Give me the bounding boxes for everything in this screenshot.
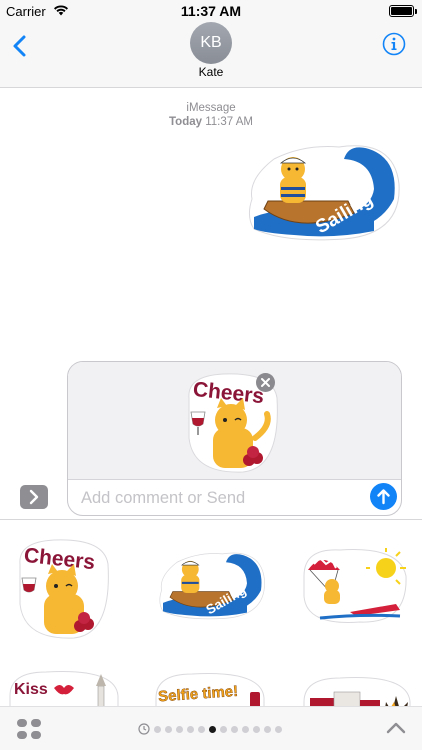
contact-name[interactable]: Kate: [0, 65, 422, 79]
chevron-up-icon[interactable]: [386, 721, 406, 735]
drawer-sticker-cheers[interactable]: Cheers: [14, 534, 114, 642]
app-grid-icon[interactable]: [16, 718, 42, 740]
page-dot[interactable]: [198, 725, 205, 733]
drawer-sticker-parasailing[interactable]: [300, 546, 410, 626]
page-indicator[interactable]: [138, 723, 282, 735]
send-button[interactable]: [370, 483, 397, 510]
battery-level: [391, 7, 412, 15]
page-dot[interactable]: [154, 725, 161, 733]
drawer-sticker-kiss[interactable]: Kiss: [6, 666, 124, 707]
recents-clock-icon[interactable]: [138, 723, 150, 735]
expand-apps-button[interactable]: [20, 485, 48, 509]
page-dot[interactable]: [275, 725, 282, 733]
page-dot[interactable]: [187, 725, 194, 733]
info-icon[interactable]: [382, 32, 406, 56]
contact-avatar[interactable]: KB: [190, 22, 232, 64]
time-label: 11:37 AM: [205, 116, 253, 128]
sent-sailing-sticker[interactable]: Sailing: [244, 139, 404, 244]
clock: 11:37 AM: [180, 3, 242, 19]
back-chevron-icon[interactable]: [10, 34, 30, 58]
page-dot[interactable]: [165, 725, 172, 733]
message-input[interactable]: [81, 488, 361, 508]
compose-box: Cheers: [67, 361, 402, 516]
drawer-sticker-village[interactable]: [300, 672, 412, 707]
attachment-preview: Cheers: [68, 362, 401, 480]
service-label: iMessage: [186, 102, 236, 114]
remove-attachment-button[interactable]: [256, 373, 275, 392]
page-dot[interactable]: [176, 725, 183, 733]
drawer-sticker-selfie[interactable]: Selfie time!: [152, 668, 270, 707]
status-bar: Carrier 11:37 AM: [0, 0, 422, 22]
page-dot[interactable]: [253, 725, 260, 733]
day-label: Today: [169, 116, 203, 128]
close-icon: [261, 378, 270, 387]
chevron-right-icon: [29, 489, 39, 505]
battery-icon: [389, 5, 417, 17]
page-dot[interactable]: [231, 725, 238, 733]
page-dot[interactable]: [242, 725, 249, 733]
sticker-drawer: Cheers Sailing Kiss Selfie time!: [0, 519, 422, 707]
page-dot[interactable]: [264, 725, 271, 733]
page-dot[interactable]: [220, 725, 227, 733]
app-drawer-bar: [0, 706, 422, 750]
arrow-up-icon: [377, 489, 390, 505]
page-dot-active[interactable]: [209, 725, 216, 733]
message-timestamp: iMessage Today 11:37 AM: [0, 101, 422, 129]
conversation-header: KB Kate: [0, 22, 422, 88]
drawer-sticker-sailing[interactable]: Sailing: [156, 548, 268, 622]
drawer-sticker-caption: Kiss: [14, 681, 48, 698]
